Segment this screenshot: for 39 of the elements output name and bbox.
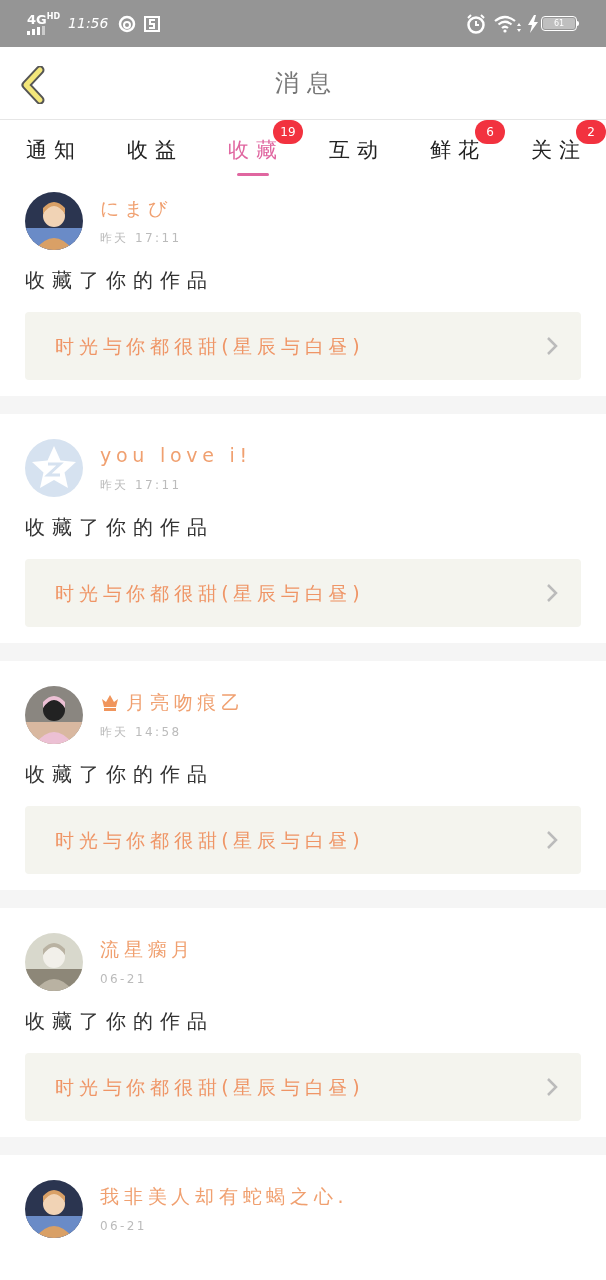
message-text: 收藏了你的作品 (25, 764, 215, 784)
message-time: 昨天 17:11 (100, 231, 182, 244)
user-name: にまび (100, 198, 172, 218)
message-text: 收藏了你的作品 (25, 517, 215, 537)
message-text: 收藏了你的作品 (25, 1011, 215, 1031)
charging-icon (527, 14, 538, 33)
chevron-right-icon (545, 829, 559, 851)
tab[interactable]: 鲜花 6 (404, 120, 505, 178)
chevron-right-icon (545, 582, 559, 604)
alarm-icon (466, 13, 486, 34)
chevron-right-icon (545, 1076, 559, 1098)
network-type: 4G (27, 12, 47, 26)
tab[interactable]: 收藏 19 (202, 120, 303, 178)
tab-underline (236, 173, 269, 176)
app-icon (144, 15, 161, 32)
wifi-icon (494, 14, 521, 33)
tab[interactable]: 互动 (303, 120, 404, 178)
tab[interactable]: 通知 (0, 120, 101, 178)
user-name: 月亮吻痕乙 (126, 692, 245, 712)
user-name: you love i! (100, 445, 252, 465)
avatar-icon (25, 439, 83, 497)
message-time: 06-21 (100, 972, 148, 985)
tab[interactable]: 收益 (101, 120, 202, 178)
tab[interactable]: 关注 2 (505, 120, 606, 178)
battery-level: 61 (553, 19, 565, 28)
crown-icon (100, 693, 120, 711)
network-label: HD (46, 12, 61, 21)
user-name: 流星瘸月 (100, 939, 195, 959)
swirl-icon (118, 14, 137, 33)
page-title: 消息 (273, 68, 340, 99)
message-time: 昨天 14:58 (100, 725, 183, 738)
clock-text: 11:56 (68, 14, 109, 33)
chevron-right-icon (545, 335, 559, 357)
signal-icon (27, 25, 45, 35)
user-name: 我非美人却有蛇蝎之心. (100, 1186, 349, 1206)
message-time: 昨天 17:11 (100, 478, 183, 491)
count-badge: 2 (576, 120, 606, 144)
message-text: 收藏了你的作品 (25, 270, 215, 290)
message-time: 06-21 (100, 1219, 148, 1232)
